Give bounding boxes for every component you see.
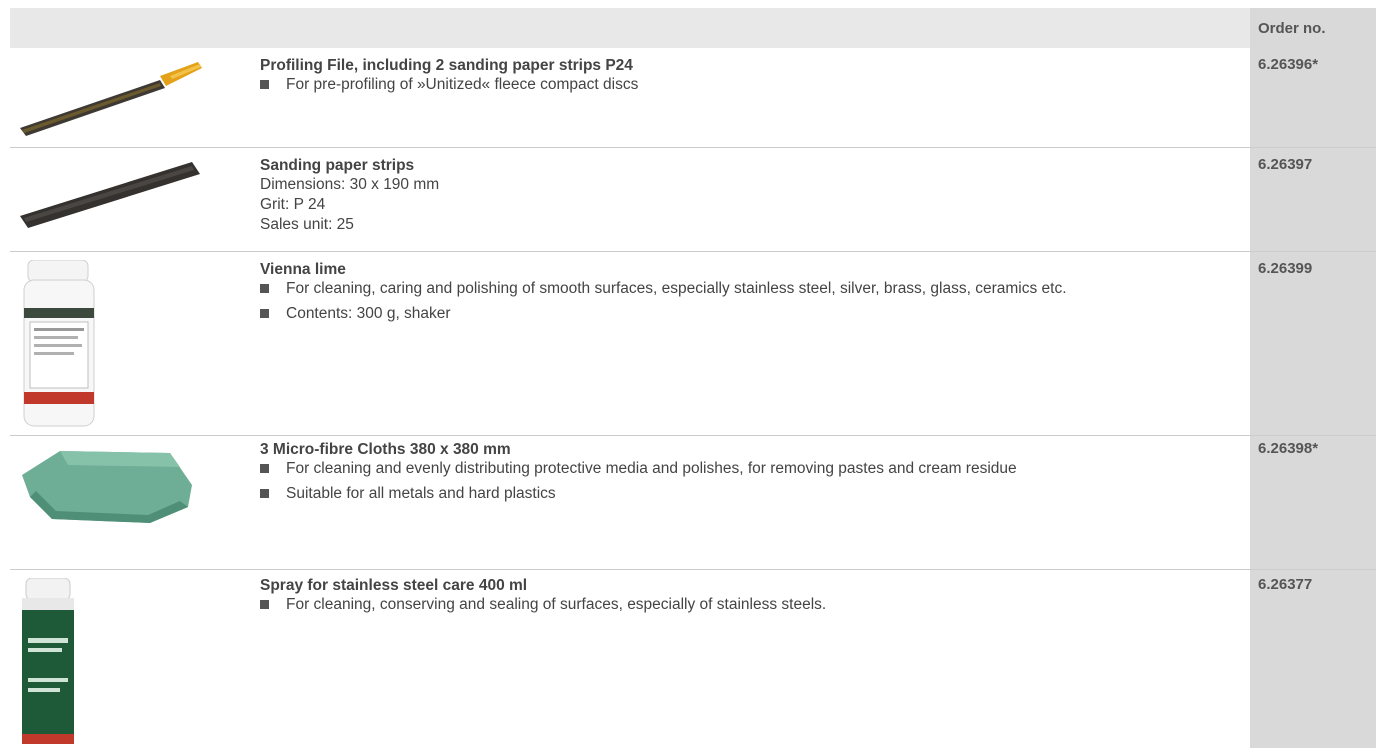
product-title: 3 Micro-fibre Cloths 380 x 380 mm bbox=[260, 441, 511, 458]
spray-can-image bbox=[20, 577, 76, 748]
product-description: 3 Micro-fibre Cloths 380 x 380 mm For cl… bbox=[260, 440, 1240, 509]
row-divider bbox=[10, 251, 1376, 252]
bullet-icon bbox=[260, 284, 269, 293]
product-description: Profiling File, including 2 sanding pape… bbox=[260, 56, 1240, 100]
product-title: Profiling File, including 2 sanding pape… bbox=[260, 57, 633, 74]
order-number: 6.26398* bbox=[1258, 440, 1319, 457]
bullet-item: Suitable for all metals and hard plastic… bbox=[260, 484, 1240, 503]
product-title: Vienna lime bbox=[260, 261, 346, 278]
table-header bbox=[10, 8, 1376, 48]
order-number: 6.26396* bbox=[1258, 56, 1319, 73]
bullet-item: Contents: 300 g, shaker bbox=[260, 304, 1240, 323]
product-table: Order no. Profiling File, including 2 sa… bbox=[0, 0, 1376, 748]
row-divider bbox=[10, 569, 1376, 570]
spec-line: Sales unit: 25 bbox=[260, 216, 354, 233]
bullet-item: For pre-profiling of »Unitized« fleece c… bbox=[260, 75, 1240, 94]
bullet-icon bbox=[260, 464, 269, 473]
spec-line: Grit: P 24 bbox=[260, 196, 326, 213]
bullet-item: For cleaning and evenly distributing pro… bbox=[260, 459, 1240, 478]
order-column bbox=[1250, 8, 1376, 748]
microfibre-cloth-image bbox=[20, 445, 195, 530]
bullet-item: For cleaning, caring and polishing of sm… bbox=[260, 279, 1240, 298]
order-no-header: Order no. bbox=[1258, 20, 1326, 37]
bullet-icon bbox=[260, 489, 269, 498]
product-title: Spray for stainless steel care 400 ml bbox=[260, 577, 528, 594]
product-title: Sanding paper strips bbox=[260, 157, 415, 174]
profiling-file-image bbox=[20, 58, 205, 143]
row-divider bbox=[10, 435, 1376, 436]
order-number: 6.26377 bbox=[1258, 576, 1313, 593]
product-description: Spray for stainless steel care 400 ml Fo… bbox=[260, 576, 1240, 620]
order-number: 6.26397 bbox=[1258, 156, 1313, 173]
order-number: 6.26399 bbox=[1258, 260, 1313, 277]
bullet-icon bbox=[260, 80, 269, 89]
bullet-icon bbox=[260, 600, 269, 609]
bullet-icon bbox=[260, 309, 269, 318]
product-description: Sanding paper strips Dimensions: 30 x 19… bbox=[260, 156, 1240, 235]
bullet-item: For cleaning, conserving and sealing of … bbox=[260, 595, 1240, 614]
product-description: Vienna lime For cleaning, caring and pol… bbox=[260, 260, 1240, 329]
lime-bottle-image bbox=[20, 259, 100, 433]
sanding-strip-image bbox=[20, 160, 205, 235]
spec-line: Dimensions: 30 x 190 mm bbox=[260, 176, 440, 193]
row-divider bbox=[10, 147, 1376, 148]
